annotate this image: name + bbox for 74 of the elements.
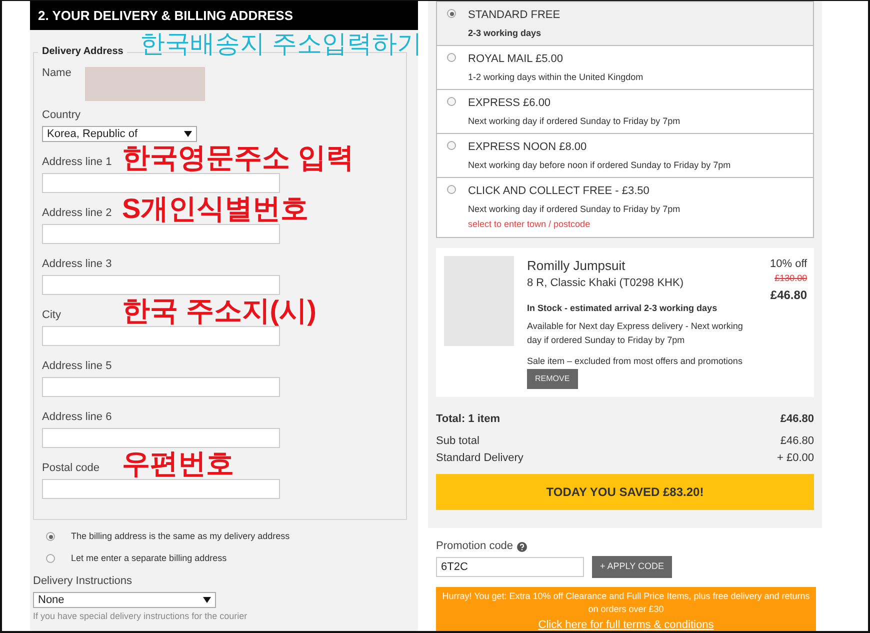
field-label: Country bbox=[42, 109, 82, 122]
summary-label: Standard Delivery bbox=[436, 450, 524, 466]
caret-icon bbox=[203, 597, 211, 603]
delivery-option[interactable]: EXPRESS £6.00 Next working day if ordered Sunday to Friday by 7pm bbox=[437, 90, 813, 134]
help-icon[interactable] bbox=[517, 542, 528, 552]
product-name: Romilly Jumpsuit bbox=[527, 256, 626, 275]
total-value: £46.80 bbox=[780, 412, 814, 426]
summary-value: £46.80 bbox=[780, 434, 814, 449]
radio-button[interactable] bbox=[46, 532, 55, 542]
express-note: Available for Next day Express delivery - Next working day if ordered Sunday to Friday by 7pm bbox=[527, 320, 744, 347]
input-field[interactable] bbox=[42, 275, 280, 295]
savings-banner: TODAY YOU SAVED £83.20! bbox=[436, 474, 814, 510]
legend-title: Delivery Address bbox=[38, 44, 128, 59]
radio-button[interactable] bbox=[46, 554, 55, 563]
field-label: Address line 6 bbox=[42, 411, 113, 424]
field-label: Promotion code bbox=[436, 540, 514, 553]
radio-button[interactable] bbox=[447, 185, 456, 194]
option-detail: Next working day if ordered Sunday to Friday by 7pm bbox=[468, 114, 680, 128]
field-label: Address line 3 bbox=[42, 258, 113, 271]
option-title: STANDARD FREE bbox=[468, 8, 560, 23]
delivery-option[interactable]: STANDARD FREE 2-3 working days bbox=[437, 2, 813, 46]
input-field[interactable] bbox=[42, 326, 280, 346]
product-variant: 8 R, Classic Khaki (T0298 KHK) bbox=[527, 276, 684, 291]
annotation-text: 우편번호 bbox=[122, 450, 234, 478]
option-note: select to enter town / postcode bbox=[468, 218, 592, 231]
annotation-text: S개인식별번호 bbox=[122, 195, 309, 223]
radio-button[interactable] bbox=[447, 141, 456, 150]
field-label: Address line 5 bbox=[42, 360, 113, 373]
apply-code-button[interactable]: + APPLY CODE bbox=[592, 556, 672, 578]
stock-status: In Stock - estimated arrival 2-3 working days bbox=[527, 302, 718, 315]
delivery-option[interactable]: EXPRESS NOON £8.00 Next working day before noon if ordered Sunday to Friday by 7pm bbox=[437, 134, 813, 178]
option-title: CLICK AND COLLECT FREE - £3.50 bbox=[468, 184, 650, 199]
country-select[interactable]: Korea, Republic of bbox=[42, 126, 197, 142]
input-field[interactable] bbox=[42, 479, 280, 499]
field-label: City bbox=[42, 309, 62, 322]
radio-button[interactable] bbox=[447, 9, 456, 18]
option-detail: Next working day before noon if ordered Sunday to Friday by 7pm bbox=[468, 158, 731, 172]
option-detail: Next working day if ordered Sunday to Friday by 7pm bbox=[468, 202, 680, 216]
price: £46.80 bbox=[770, 286, 808, 304]
total-label: Total: 1 item bbox=[436, 412, 500, 426]
instructions-select[interactable]: None bbox=[33, 592, 216, 608]
old-price: £130.00 bbox=[774, 272, 808, 285]
discount-text: 10% off bbox=[770, 256, 808, 272]
input-field[interactable] bbox=[42, 428, 280, 448]
input-field[interactable] bbox=[42, 173, 280, 193]
sale-note: Sale item – excluded from most offers and promotions bbox=[527, 355, 744, 368]
option-detail: 2-3 working days bbox=[468, 26, 542, 40]
annotation-text: 한국 주소지(시) bbox=[122, 297, 316, 325]
remove-button[interactable]: REMOVE bbox=[527, 368, 578, 388]
option-title: EXPRESS £6.00 bbox=[468, 96, 552, 111]
field-label: Delivery Instructions bbox=[33, 575, 134, 588]
radio-button[interactable] bbox=[447, 53, 456, 62]
radio-button[interactable] bbox=[447, 97, 456, 106]
hint-text: If you have special delivery instructions for the courier bbox=[33, 610, 248, 623]
promotion-text: Hurray! You get: Extra 10% off Clearance and Full Price Items, plus free delivery and returns on orders over £30 bbox=[442, 590, 810, 616]
summary-label: Sub total bbox=[436, 434, 480, 449]
section-title: 2. YOUR DELIVERY & BILLING ADDRESS bbox=[30, 1, 418, 30]
annotation-text: 한국영문주소 입력 bbox=[122, 144, 354, 172]
input-field[interactable] bbox=[42, 377, 280, 397]
option-label: The billing address is the same as my delivery address bbox=[71, 530, 290, 543]
input-field[interactable] bbox=[42, 224, 280, 244]
caret-icon bbox=[184, 131, 192, 137]
summary-value: + £0.00 bbox=[776, 450, 814, 466]
name-label: Name bbox=[42, 67, 72, 81]
option-label: Let me enter a separate billing address bbox=[71, 552, 227, 565]
promotion-code-field[interactable]: 6T2C bbox=[436, 556, 584, 577]
field-label: Address line 2 bbox=[42, 207, 113, 220]
annotation-text: 한국배송지 주소입력하기 bbox=[140, 32, 422, 57]
option-detail: 1-2 working days within the United Kingdom bbox=[468, 70, 644, 84]
option-title: EXPRESS NOON £8.00 bbox=[468, 140, 588, 155]
option-title: ROYAL MAIL £5.00 bbox=[468, 52, 564, 67]
delivery-option[interactable]: ROYAL MAIL £5.00 1-2 working days within the United Kingdom bbox=[437, 46, 813, 90]
delivery-option[interactable]: CLICK AND COLLECT FREE - £3.50 Next working day if ordered Sunday to Friday by 7pm select to enter town / postcode bbox=[437, 178, 813, 236]
field-label: Address line 1 bbox=[42, 156, 113, 169]
